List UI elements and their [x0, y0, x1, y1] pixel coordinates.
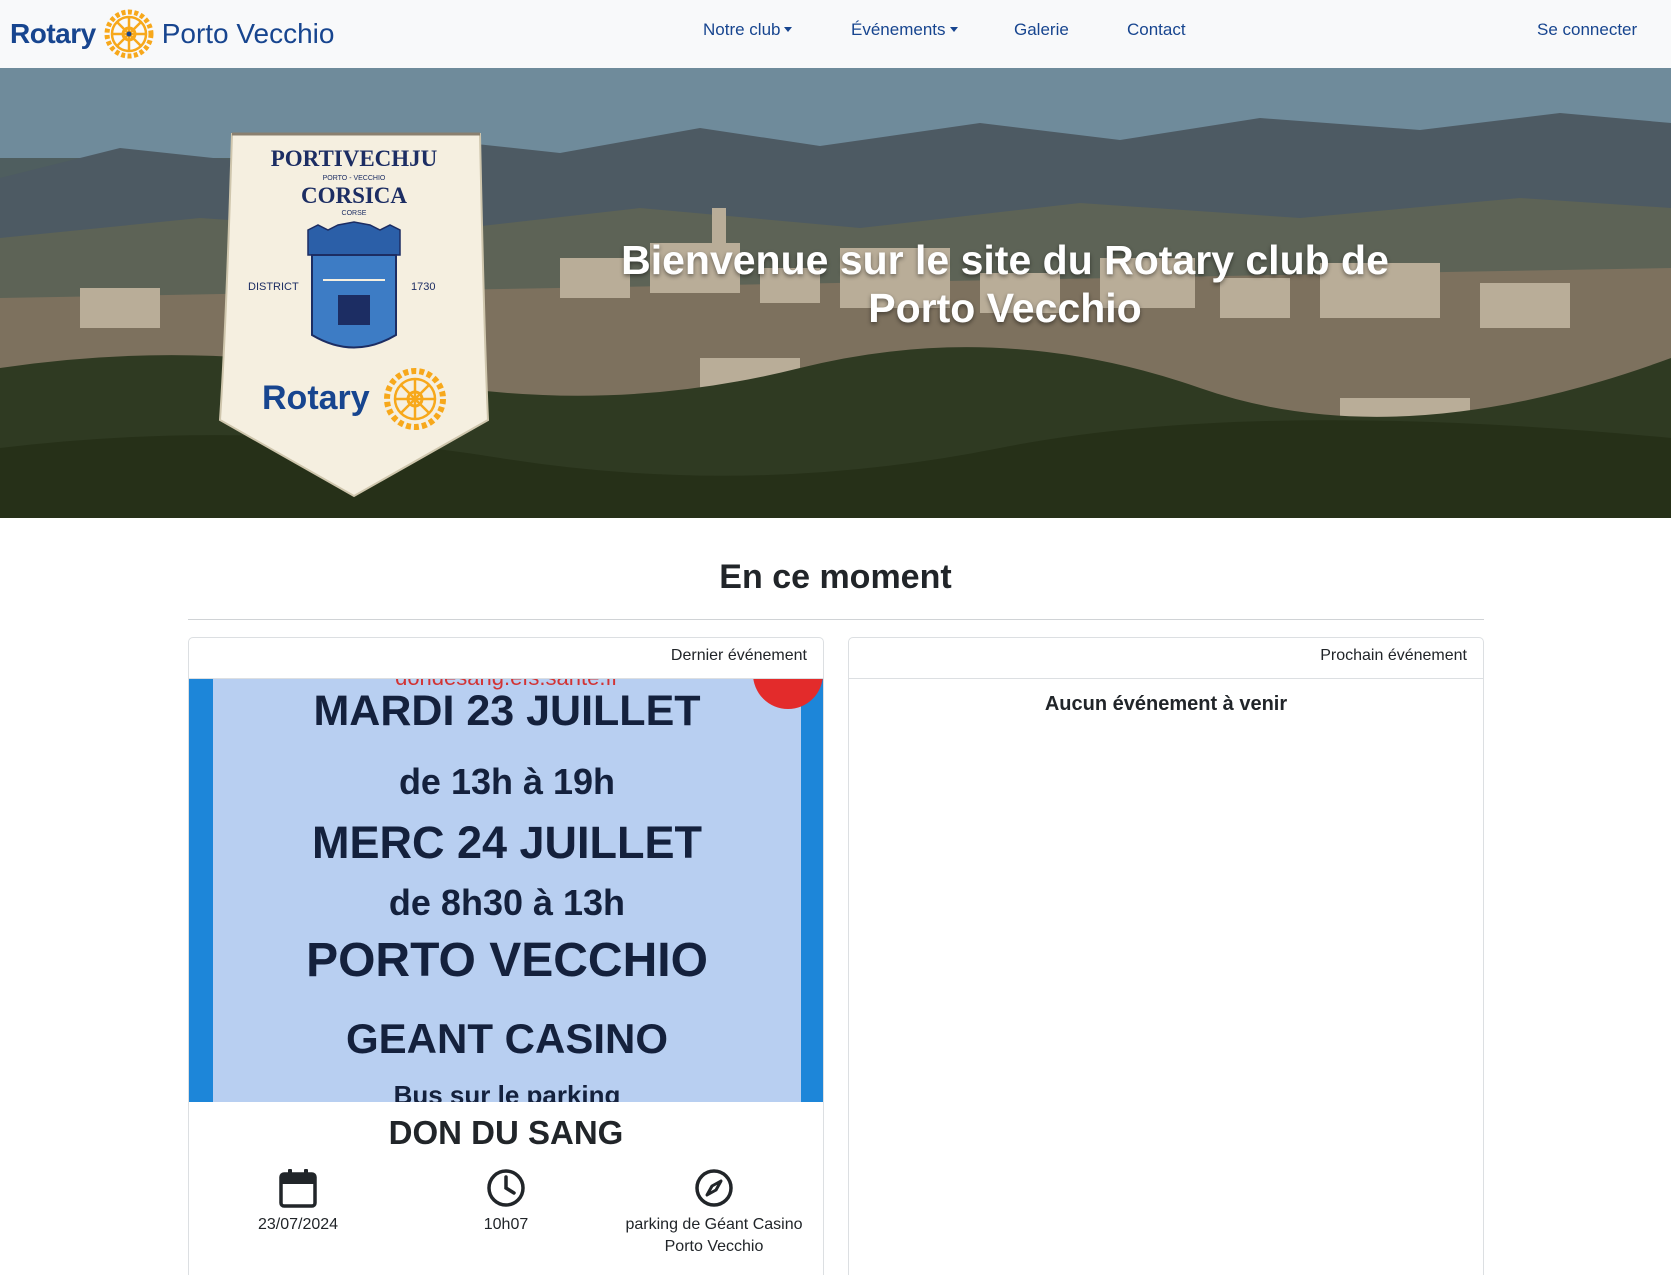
pennant-line1: PORTIVECHJU	[271, 146, 438, 171]
poster-edge	[801, 679, 823, 1102]
pennant-district-number: 1730	[411, 281, 435, 293]
event-location-value: parking de Géant Casino Porto Vecchio	[625, 1216, 803, 1255]
poster-line: PORTO VECCHIO	[306, 934, 708, 987]
compass-icon	[695, 1169, 733, 1207]
section-title: En ce moment	[719, 558, 952, 596]
pennant-line3: CORSICA	[301, 183, 407, 208]
nav-notre-club-label: Notre club	[703, 20, 781, 39]
section-divider	[188, 619, 1484, 620]
event-time-value: 10h07	[483, 1216, 529, 1233]
poster-line: de 8h30 à 13h	[388, 882, 626, 923]
rotary-wheel-icon	[104, 9, 154, 59]
pennant-line4: CORSE	[342, 210, 367, 217]
next-event-header: Prochain événement	[849, 638, 1483, 679]
poster-line: MARDI 23 JUILLET	[313, 687, 701, 735]
brand-club-name: Porto Vecchio	[161, 18, 335, 49]
nav-galerie-label: Galerie	[1014, 20, 1069, 39]
last-event-card[interactable]: Dernier événement dondesang.efs.sante.fr…	[188, 637, 824, 1275]
caret-down-icon	[784, 27, 793, 32]
last-event-header: Dernier événement	[189, 638, 823, 679]
hero-title: Bienvenue sur le site du Rotary club de …	[621, 237, 1389, 331]
nav-contact[interactable]: Contact	[1127, 20, 1186, 40]
navbar: Rotary Porto Vecchio Notre club Événemen…	[0, 0, 1671, 68]
event-poster-image: dondesang.efs.sante.fr MARDI 23 JUILLET …	[189, 679, 823, 1102]
event-date-value: 23/07/2024	[257, 1216, 339, 1233]
club-pennant-image: PORTIVECHJU PORTO - VECCHIO CORSICA CORS…	[218, 132, 490, 498]
login-link[interactable]: Se connecter	[1537, 20, 1637, 40]
nav-evenements[interactable]: Événements	[851, 20, 958, 40]
event-date: 23/07/2024	[198, 1168, 398, 1236]
poster-edge	[189, 679, 213, 1102]
clock-icon	[487, 1169, 525, 1207]
event-time: 10h07	[406, 1168, 606, 1236]
event-title: DON DU SANG	[388, 1114, 624, 1151]
event-info-row: 23/07/2024 10h07 parking de Géant Casino…	[189, 1168, 823, 1268]
nav-galerie[interactable]: Galerie	[1014, 20, 1069, 40]
nav-notre-club[interactable]: Notre club	[703, 20, 793, 40]
next-event-card: Prochain événement Aucun événement à ven…	[848, 637, 1484, 1275]
nav-evenements-label: Événements	[851, 20, 946, 39]
pennant-district-label: DISTRICT	[248, 281, 299, 293]
poster-line: MERC 24 JUILLET	[311, 817, 703, 868]
pennant-rotary-text: Rotary	[262, 379, 370, 417]
poster-line: GEANT CASINO	[345, 1015, 668, 1062]
event-location: parking de Géant Casino Porto Vecchio	[614, 1168, 814, 1258]
brand-logo[interactable]: Rotary Porto Vecchio	[10, 8, 334, 60]
hero-banner: PORTIVECHJU PORTO - VECCHIO CORSICA CORS…	[0, 68, 1671, 518]
brand-rotary-text: Rotary	[10, 18, 96, 49]
poster-line: Bus sur le parking	[393, 1080, 621, 1102]
pennant-line2: PORTO - VECCHIO	[323, 175, 386, 182]
nav-contact-label: Contact	[1127, 20, 1186, 39]
no-event-message: Aucun événement à venir	[1044, 693, 1288, 715]
calendar-icon	[279, 1169, 317, 1208]
poster-line: de 13h à 19h	[398, 761, 616, 802]
caret-down-icon	[949, 27, 958, 32]
